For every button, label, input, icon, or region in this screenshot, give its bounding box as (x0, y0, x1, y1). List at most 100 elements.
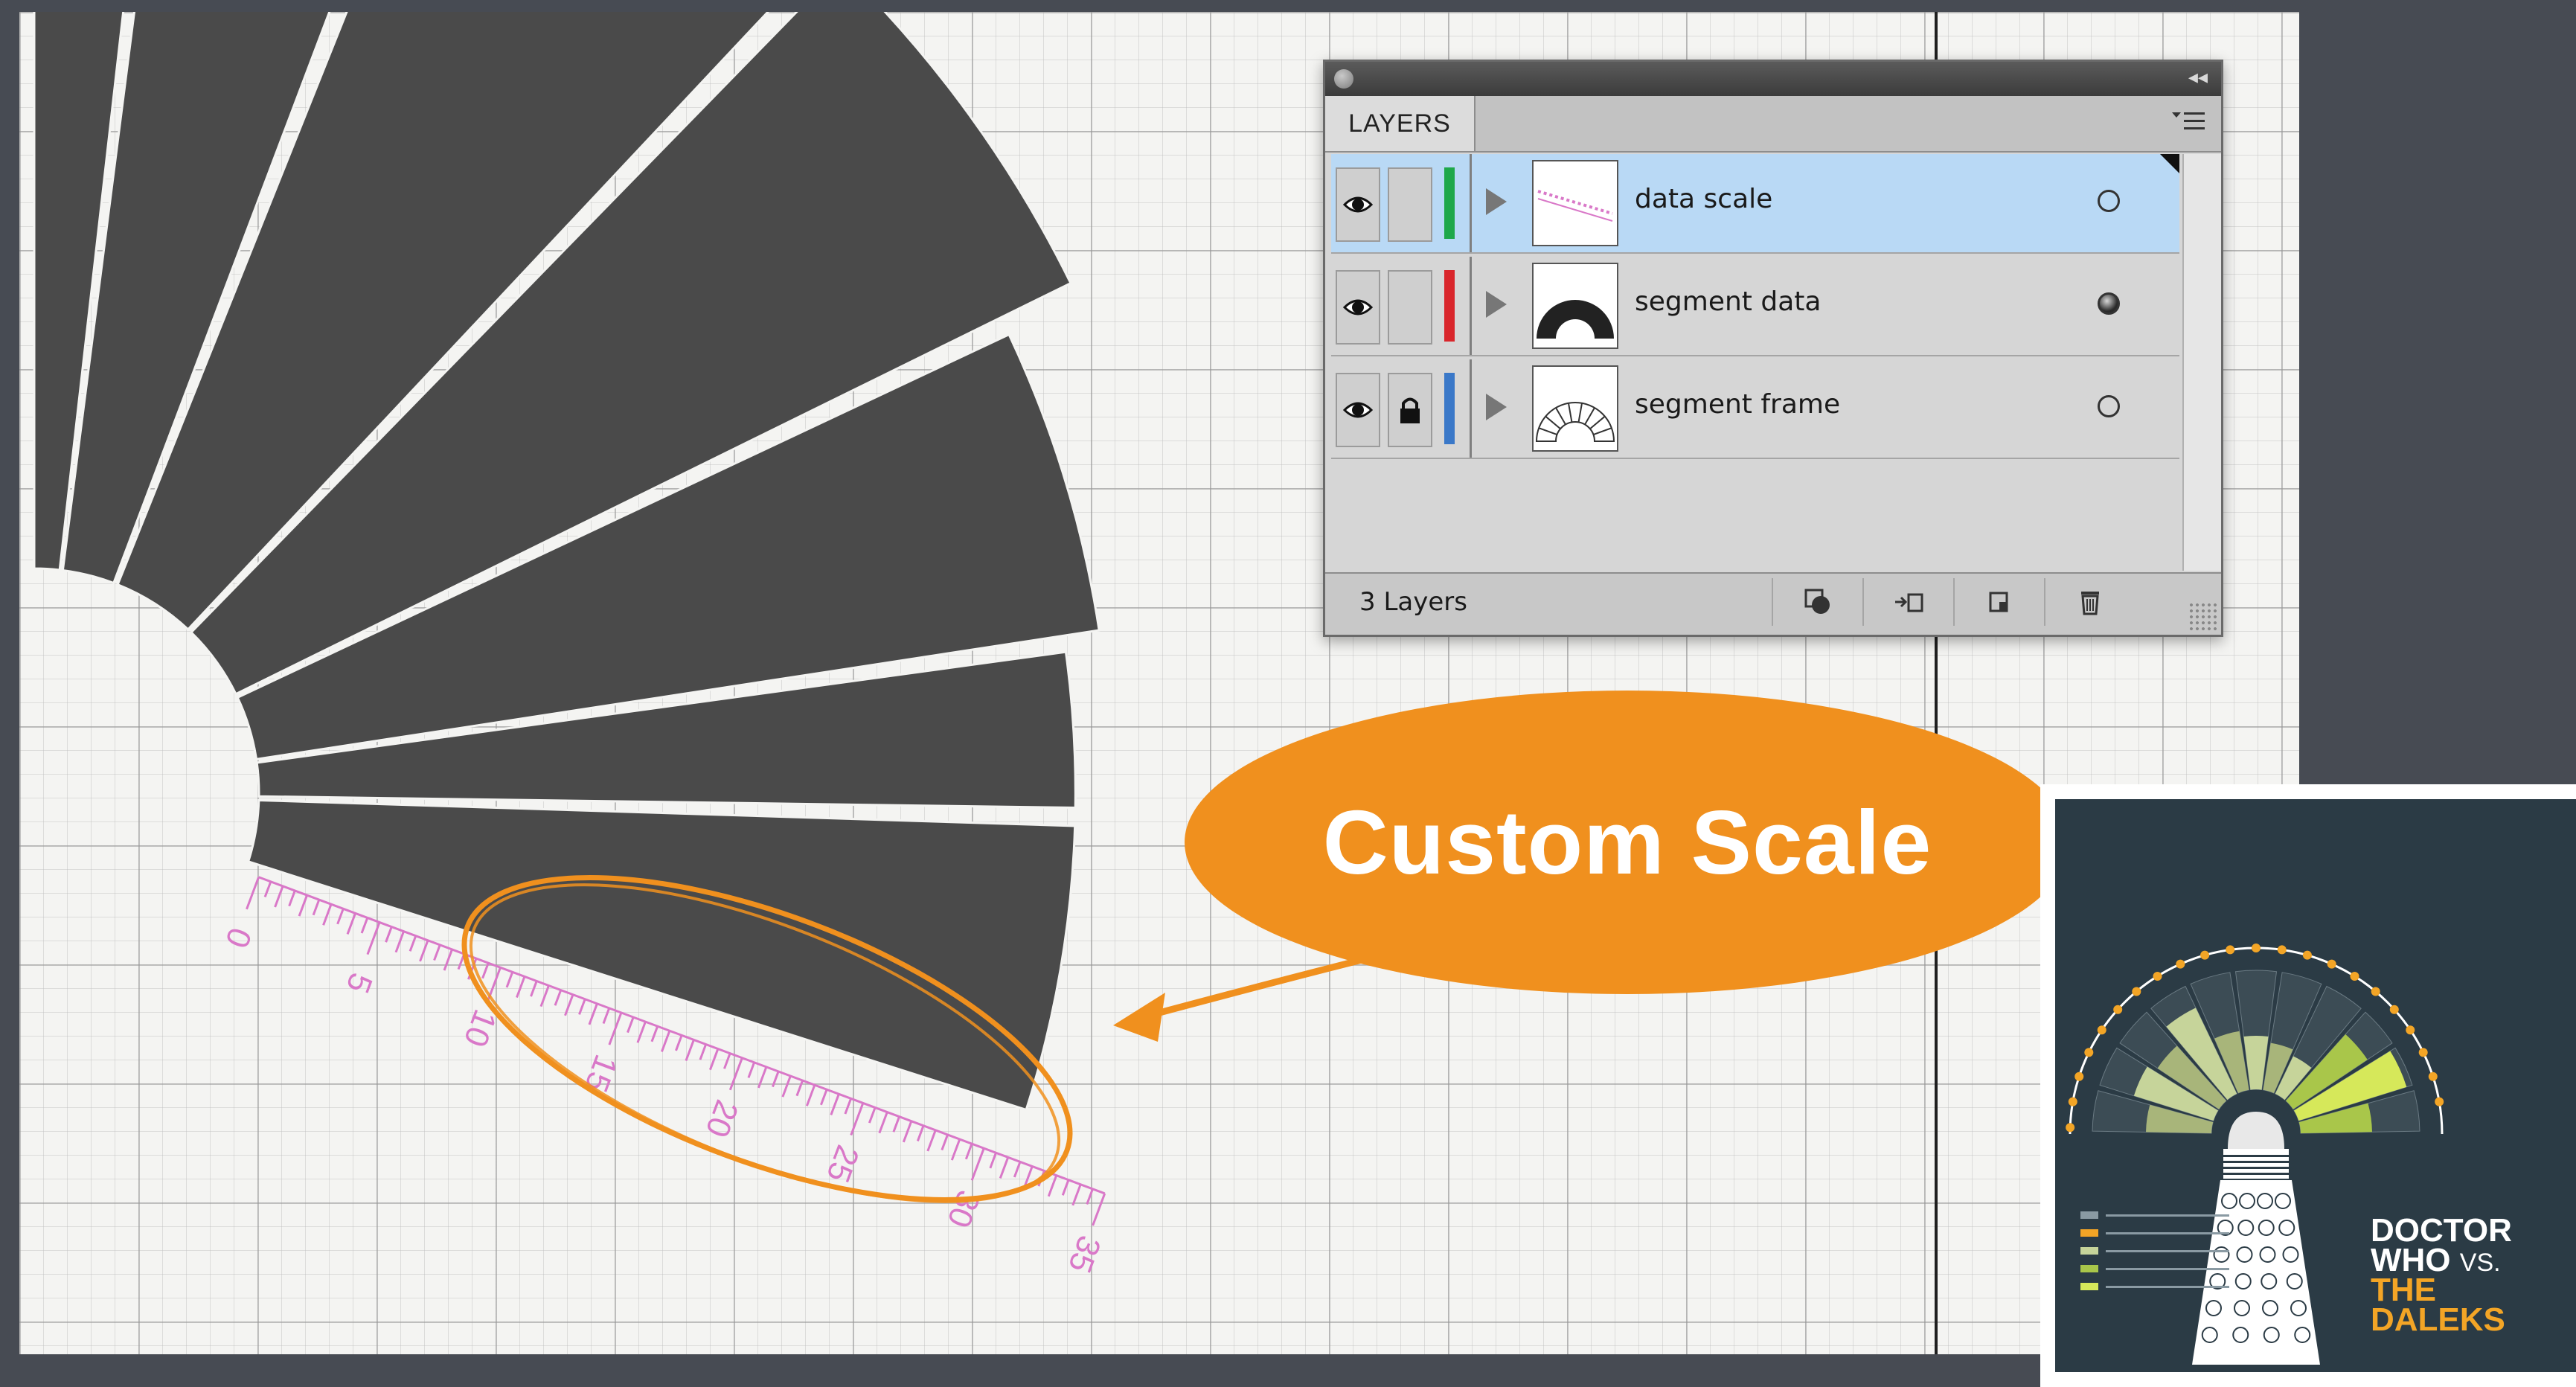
scale-tick (539, 985, 550, 1008)
scale-tick (1071, 1184, 1082, 1206)
resize-grip-icon[interactable] (2188, 602, 2218, 632)
create-new-layer-button[interactable] (1953, 578, 2044, 626)
poster-dot (2084, 1048, 2094, 1057)
scale-tick (844, 1098, 852, 1115)
delete-layer-button[interactable] (2044, 578, 2135, 626)
create-sublayer-button[interactable] (1862, 578, 1953, 626)
scale-tick (916, 1125, 925, 1141)
scale-tick (989, 1152, 997, 1169)
poster-dot (2350, 971, 2359, 981)
layer-row[interactable]: segment frame (1331, 359, 2179, 459)
callout-arrow (1138, 953, 1375, 1022)
scale-tick (481, 962, 490, 979)
layer-row[interactable]: data scale (1331, 154, 2179, 254)
scale-tick (950, 1138, 961, 1161)
lock-toggle[interactable] (1388, 373, 1432, 447)
scale-tick (723, 1053, 731, 1069)
target-circle-icon[interactable] (2098, 292, 2120, 315)
scale-tick (578, 999, 586, 1015)
scale-tick (263, 881, 272, 897)
poster-dot (2389, 1005, 2399, 1014)
legend-row (2080, 1262, 2229, 1275)
scale-tick (419, 940, 429, 962)
make-clipping-mask-button[interactable] (1772, 578, 1862, 626)
scale-tick (805, 1084, 816, 1106)
scale-tick-label: 30 (940, 1185, 987, 1232)
scale-tick-label: 15 (577, 1050, 624, 1097)
expand-triangle-icon[interactable] (1486, 394, 1507, 420)
scale-tick (868, 1106, 877, 1124)
scale-tick-label: 20 (698, 1095, 745, 1142)
panel-tabs: LAYERS (1325, 96, 2221, 153)
lock-icon (1400, 397, 1420, 423)
scale-tick (530, 980, 538, 997)
poster-title-the: THE (2371, 1272, 2436, 1308)
scale-tick (298, 894, 308, 917)
custom-scale-callout: Custom Scale (1185, 691, 2070, 994)
poster-dot (2302, 950, 2312, 960)
scale-tick (675, 1034, 683, 1051)
legend-row (2080, 1208, 2229, 1222)
scale-tick (394, 931, 405, 953)
expand-triangle-icon[interactable] (1486, 291, 1507, 318)
scale-tick (795, 1080, 804, 1097)
poster-title-vs: VS. (2459, 1249, 2501, 1277)
scale-tick (516, 976, 526, 999)
create-sublayer-icon (1895, 593, 1923, 612)
scale-tick (1092, 1193, 1106, 1226)
lock-toggle[interactable] (1388, 270, 1432, 345)
scale-tick (588, 1003, 598, 1025)
make-clipping-mask-icon (1804, 589, 1830, 614)
scale-tick (288, 890, 296, 907)
poster-dot (2066, 1123, 2075, 1133)
layer-thumbnail (1532, 365, 1618, 452)
layers-panel[interactable]: ◂◂ LAYERS data scale segment data segmen… (1323, 60, 2223, 637)
layer-color-indicator (1444, 167, 1455, 239)
row-divider (1470, 359, 1472, 458)
close-icon[interactable] (1334, 69, 1353, 89)
tab-layers[interactable]: LAYERS (1325, 96, 1476, 151)
legend-row (2080, 1280, 2229, 1293)
panel-scrollbar[interactable] (2182, 154, 2221, 571)
scale-tick (772, 1071, 780, 1088)
layer-name[interactable]: segment frame (1635, 389, 1840, 420)
scale-tick (336, 908, 345, 925)
layer-thumbnail (1532, 263, 1618, 349)
scale-tick (970, 1147, 985, 1181)
scale-tick (322, 903, 333, 926)
scale-tick-label: 5 (339, 968, 379, 998)
poster-dot (2371, 987, 2380, 996)
layer-name[interactable]: data scale (1635, 184, 1772, 214)
scale-tick (360, 917, 369, 934)
target-circle-icon[interactable] (2098, 395, 2120, 417)
visibility-toggle[interactable] (1336, 270, 1380, 345)
row-divider (1470, 154, 1472, 252)
chart-segment[interactable] (246, 798, 1077, 1112)
poster-dot (2435, 1097, 2444, 1106)
eye-icon (1343, 299, 1373, 315)
selection-corner-icon (2160, 154, 2179, 173)
scale-tick (699, 1043, 708, 1060)
layer-name[interactable]: segment data (1635, 286, 1821, 317)
trash-icon (2081, 592, 2099, 615)
layer-thumbnail-graphic (1537, 190, 1613, 222)
collapse-icon[interactable]: ◂◂ (2188, 66, 2208, 89)
lock-toggle[interactable] (1388, 167, 1432, 242)
layer-row[interactable]: segment data (1331, 257, 2179, 356)
visibility-toggle[interactable] (1336, 373, 1380, 447)
scale-tick-label: 35 (1061, 1231, 1108, 1278)
poster-dot (2176, 959, 2185, 969)
panel-footer: 3 Layers (1325, 572, 2221, 635)
visibility-toggle[interactable] (1336, 167, 1380, 242)
scale-tick-label: 25 (819, 1141, 866, 1188)
scale-tick-label: 0 (218, 923, 258, 952)
scale-tick (408, 935, 417, 952)
poster-title-doctor: DOCTOR (2371, 1212, 2512, 1249)
scale-tick (878, 1112, 888, 1134)
target-circle-icon[interactable] (2098, 190, 2120, 212)
panel-titlebar[interactable]: ◂◂ (1325, 62, 2221, 96)
panel-menu-icon[interactable] (2170, 108, 2208, 138)
expand-triangle-icon[interactable] (1486, 188, 1507, 215)
scale-tick (708, 1048, 720, 1071)
scale-tick (941, 1134, 949, 1151)
